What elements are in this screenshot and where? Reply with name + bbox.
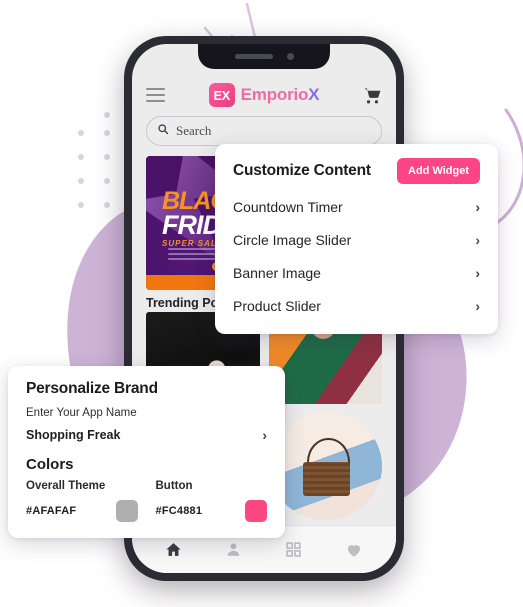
chevron-right-icon: › <box>475 265 480 281</box>
app-brand: EX EmporioX <box>175 83 353 107</box>
search-input[interactable]: Search <box>146 116 382 146</box>
chevron-right-icon: › <box>475 199 480 215</box>
color-label: Button <box>155 480 193 492</box>
widget-item-banner-image[interactable]: Banner Image › <box>233 256 480 289</box>
brand-name-tail: X <box>308 85 320 104</box>
front-camera <box>286 53 294 60</box>
page-title: Customize Content <box>233 162 371 179</box>
nav-heart-icon[interactable] <box>345 541 363 559</box>
screenshot-stage: EX EmporioX Search BLACK FRIDAY SUPER SA… <box>0 0 523 607</box>
color-button: Button #FC4881 <box>155 480 267 522</box>
nav-home-icon[interactable] <box>165 541 182 558</box>
chevron-right-icon: › <box>475 298 480 314</box>
widget-label: Circle Image Slider <box>233 232 352 248</box>
widget-label: Countdown Timer <box>233 199 343 215</box>
shopping-cart-icon[interactable] <box>363 86 382 105</box>
product-card-handbag[interactable] <box>268 412 382 520</box>
color-hex-value: #AFAFAF <box>26 505 77 517</box>
add-widget-button[interactable]: Add Widget <box>397 158 480 184</box>
page-section-title: Trending Po <box>146 296 219 310</box>
speaker-slot <box>234 54 273 59</box>
widget-item-circle-image-slider[interactable]: Circle Image Slider › <box>233 223 480 256</box>
color-picker-theme[interactable]: #AFAFAF <box>26 500 138 522</box>
color-swatch[interactable] <box>245 500 267 522</box>
color-hex-value: #FC4881 <box>155 505 203 517</box>
nav-grid-icon[interactable] <box>285 541 302 558</box>
color-swatch[interactable] <box>115 500 138 522</box>
phone-notch <box>198 44 330 69</box>
widget-item-countdown-timer[interactable]: Countdown Timer › <box>233 190 480 223</box>
app-header: EX EmporioX <box>132 74 396 116</box>
widget-label: Product Slider <box>233 298 321 314</box>
customize-panel-header: Customize Content Add Widget <box>233 158 480 184</box>
brand-panel-title: Personalize Brand <box>26 380 158 397</box>
brand-logo-mark: EX <box>208 83 235 107</box>
colors-section-title: Colors <box>26 456 74 473</box>
colors-row: Overall Theme #AFAFAF Button #FC4881 <box>26 480 267 522</box>
app-name-field[interactable]: Shopping Freak › <box>26 428 267 442</box>
color-picker-button[interactable]: #FC4881 <box>155 500 267 522</box>
personalize-brand-panel: Personalize Brand Enter Your App Name Sh… <box>8 366 285 538</box>
hamburger-icon[interactable] <box>146 88 165 102</box>
chevron-right-icon: › <box>262 427 267 443</box>
color-label: Overall Theme <box>26 480 106 492</box>
app-name-label: Enter Your App Name <box>26 407 137 419</box>
customize-content-panel: Customize Content Add Widget Countdown T… <box>215 144 498 334</box>
nav-person-icon[interactable] <box>225 541 242 558</box>
search-placeholder: Search <box>176 123 212 138</box>
brand-name: EmporioX <box>241 85 320 105</box>
product-image <box>268 412 382 520</box>
curve-line-right <box>496 108 523 224</box>
chevron-right-icon: › <box>475 232 480 248</box>
app-name-value: Shopping Freak <box>26 428 121 442</box>
color-overall-theme: Overall Theme #AFAFAF <box>26 480 138 522</box>
search-icon <box>157 122 169 140</box>
widget-label: Banner Image <box>233 265 321 281</box>
brand-name-main: Emporio <box>240 85 309 104</box>
widget-item-product-slider[interactable]: Product Slider › <box>233 289 480 322</box>
